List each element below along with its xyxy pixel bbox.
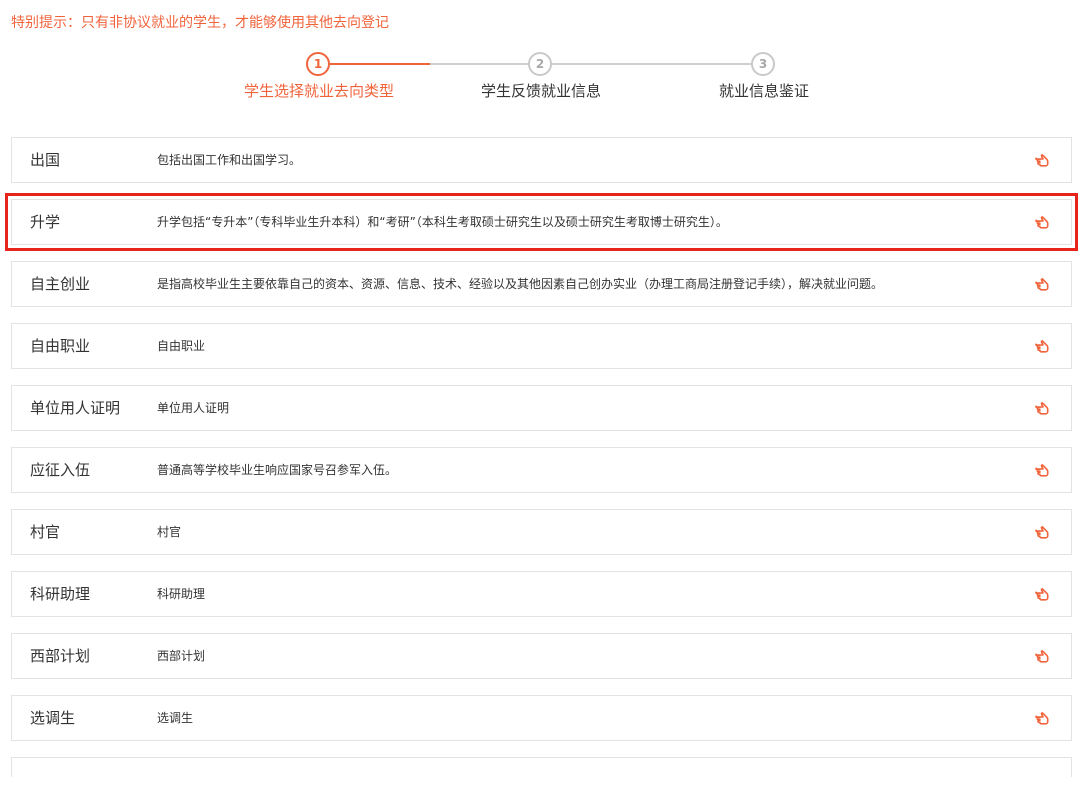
destination-row[interactable]: 选调生 选调生 [11,695,1072,741]
pointing-hand-icon[interactable] [1035,585,1053,603]
row-description: 科研助理 [157,587,206,601]
row-title: 单位用人证明 [30,399,121,417]
destination-row[interactable]: 出国 包括出国工作和出国学习。 [11,137,1072,183]
step-connector-1 [330,63,430,65]
pointing-hand-icon[interactable] [1035,275,1053,293]
row-title: 出国 [30,151,61,169]
step-2-label: 学生反馈就业信息 [480,82,602,100]
row-description: 普通高等学校毕业生响应国家号召参军入伍。 [157,463,398,477]
pointing-hand-icon[interactable] [1035,151,1053,169]
row-title: 应征入伍 [30,461,91,479]
destination-row[interactable]: 自由职业 自由职业 [11,323,1072,369]
destination-row[interactable]: 科研助理 科研助理 [11,571,1072,617]
pointing-hand-icon[interactable] [1035,399,1053,417]
destination-row[interactable]: 应征入伍 普通高等学校毕业生响应国家号召参军入伍。 [11,447,1072,493]
row-title: 选调生 [30,709,76,727]
pointing-hand-icon[interactable] [1035,213,1053,231]
pointing-hand-icon[interactable] [1035,709,1053,727]
step-2-circle: 2 [528,52,552,76]
row-title: 自主创业 [30,275,91,293]
special-notice: 特别提示：只有非协议就业的学生，才能够使用其他去向登记 [11,15,389,31]
destination-type-list: 出国 包括出国工作和出国学习。升学 升学包括“专升本”（专科毕业生升本科）和“考研”… [5,137,1078,793]
row-description: 自由职业 [157,339,206,353]
row-description: 单位用人证明 [157,401,230,415]
pointing-hand-icon[interactable] [1035,337,1053,355]
row-title: 村官 [30,523,61,541]
pointing-hand-icon[interactable] [1035,523,1053,541]
progress-stepper: 1 2 3 学生选择就业去向类型 学生反馈就业信息 就业信息鉴证 [0,50,1080,110]
pointing-hand-icon[interactable] [1035,647,1053,665]
row-description: 村官 [157,525,182,539]
row-title: 升学 [30,213,61,231]
destination-row[interactable]: 西部计划 西部计划 [11,633,1072,679]
row-description: 是指高校毕业生主要依靠自己的资本、资源、信息、技术、经验以及其他因素自己创办实业… [157,277,884,291]
row-description: 选调生 [157,711,194,725]
row-description: 包括出国工作和出国学习。 [157,153,302,167]
step-1-label: 学生选择就业去向类型 [243,82,395,100]
pointing-hand-icon[interactable] [1035,461,1053,479]
row-description: 西部计划 [157,649,206,663]
destination-row[interactable]: 单位用人证明 单位用人证明 [11,385,1072,431]
destination-row-partial [11,757,1072,777]
step-1-circle: 1 [306,52,330,76]
step-3-circle: 3 [751,52,775,76]
destination-row[interactable]: 村官 村官 [11,509,1072,555]
row-title: 西部计划 [30,647,91,665]
row-description: 升学包括“专升本”（专科毕业生升本科）和“考研”（本科生考取硕士研究生以及硕士研… [157,215,728,229]
destination-row[interactable]: 升学 升学包括“专升本”（专科毕业生升本科）和“考研”（本科生考取硕士研究生以及硕… [5,193,1078,251]
step-connector-2 [430,63,530,65]
step-connector-3 [552,63,752,65]
destination-row[interactable]: 自主创业 是指高校毕业生主要依靠自己的资本、资源、信息、技术、经验以及其他因素自己… [11,261,1072,307]
step-3-label: 就业信息鉴证 [718,82,810,100]
row-title: 科研助理 [30,585,91,603]
row-title: 自由职业 [30,337,91,355]
